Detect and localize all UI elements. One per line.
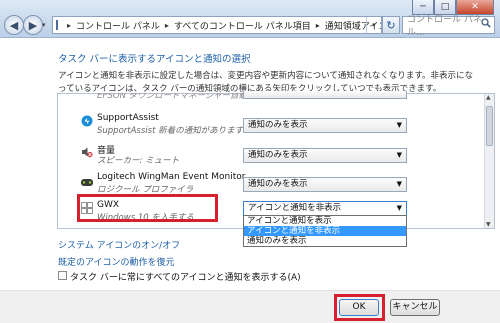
behavior-dropdown-volume[interactable]: 通知のみを表示 ▼ — [243, 148, 407, 163]
refresh-icon: ↻ — [386, 18, 396, 32]
option-hide-icon-and-notifications[interactable]: アイコンと通知を非表示 — [244, 226, 406, 236]
supportassist-icon — [81, 115, 93, 127]
breadcrumb-item-control-panel[interactable]: コントロール パネル — [76, 19, 160, 32]
scroll-down-icon[interactable]: ▼ — [486, 221, 491, 228]
dropdown-value: 通知のみを表示 — [248, 120, 308, 130]
always-show-checkbox[interactable] — [58, 271, 67, 280]
behavior-dropdown-supportassist[interactable]: 通知のみを表示 ▼ — [243, 118, 407, 133]
behavior-options-list[interactable]: アイコンと通知を表示 アイコンと通知を非表示 通知のみを表示 — [243, 215, 407, 247]
behavior-dropdown-gwx[interactable]: アイコンと通知を非表示 ▼ — [243, 201, 407, 216]
breadcrumb-separator-icon[interactable]: ▸ — [165, 21, 169, 30]
breadcrumb-separator-icon[interactable]: ▸ — [316, 21, 320, 30]
logitech-icon — [80, 176, 93, 188]
list-item-name: Logitech WingMan Event Monitor — [97, 172, 246, 182]
address-dropdown-button[interactable]: ▾ — [366, 17, 381, 33]
chevron-down-icon: ▼ — [396, 121, 402, 129]
chevron-down-icon: ▼ — [396, 151, 402, 159]
search-icon[interactable] — [481, 18, 491, 31]
restore-defaults-link[interactable]: 既定のアイコンの動作を復元 — [58, 255, 175, 268]
list-item-partial: EPSON ダウンロードマネージャー自動ダ... — [97, 93, 264, 101]
forward-arrow-icon: ▶ — [28, 18, 38, 32]
chevron-down-icon: ▼ — [396, 204, 402, 212]
page-title: タスク バーに表示するアイコンと通知の選択 — [58, 54, 251, 65]
list-item-name: SupportAssist — [97, 113, 159, 123]
back-button[interactable]: ◀ — [4, 15, 24, 35]
forward-button[interactable]: ▶ — [23, 15, 43, 35]
refresh-button[interactable]: ↻ — [382, 16, 400, 34]
list-item-subtitle: スピーカー: ミュート — [97, 156, 180, 166]
cancel-button[interactable]: キャンセル — [390, 299, 440, 316]
volume-muted-icon — [81, 146, 93, 158]
behavior-dropdown-logitech[interactable]: 通知のみを表示 ▼ — [243, 177, 407, 192]
control-panel-icon — [56, 20, 58, 30]
chevron-down-icon: ▼ — [396, 180, 402, 188]
breadcrumb-separator-icon: ▸ — [67, 20, 72, 30]
annotation-highlight-ok — [334, 294, 385, 321]
list-scrollbar[interactable]: ▲ ▼ — [484, 94, 494, 228]
search-input[interactable]: コントロール パネル... — [402, 15, 495, 38]
dropdown-value: アイコンと通知を非表示 — [248, 203, 342, 213]
system-icons-link[interactable]: システム アイコンのオン/オフ — [58, 238, 180, 251]
address-bar[interactable]: ▸ コントロール パネル ▸ すべてのコントロール パネル項目 ▸ 通知領域アイ… — [52, 16, 382, 34]
annotation-highlight-gwx — [77, 194, 218, 222]
scroll-up-icon[interactable]: ▲ — [486, 94, 491, 101]
recent-pages-dropdown[interactable]: ▾ — [42, 21, 46, 29]
back-arrow-icon: ◀ — [9, 18, 19, 32]
behavior-dropdown-partial[interactable] — [243, 91, 407, 99]
option-only-show-notifications[interactable]: 通知のみを表示 — [244, 236, 406, 246]
breadcrumb-item-all-items[interactable]: すべてのコントロール パネル項目 — [174, 19, 311, 32]
scrollbar-thumb[interactable] — [486, 106, 493, 146]
option-show-icon-and-notifications[interactable]: アイコンと通知を表示 — [244, 216, 406, 226]
list-item-subtitle: SupportAssist 新着の通知があります — [97, 126, 244, 136]
always-show-label[interactable]: タスク バーに常にすべてのアイコンと通知を表示する(A) — [70, 270, 301, 283]
dropdown-value: 通知のみを表示 — [248, 179, 308, 189]
dropdown-value: 通知のみを表示 — [248, 150, 308, 160]
